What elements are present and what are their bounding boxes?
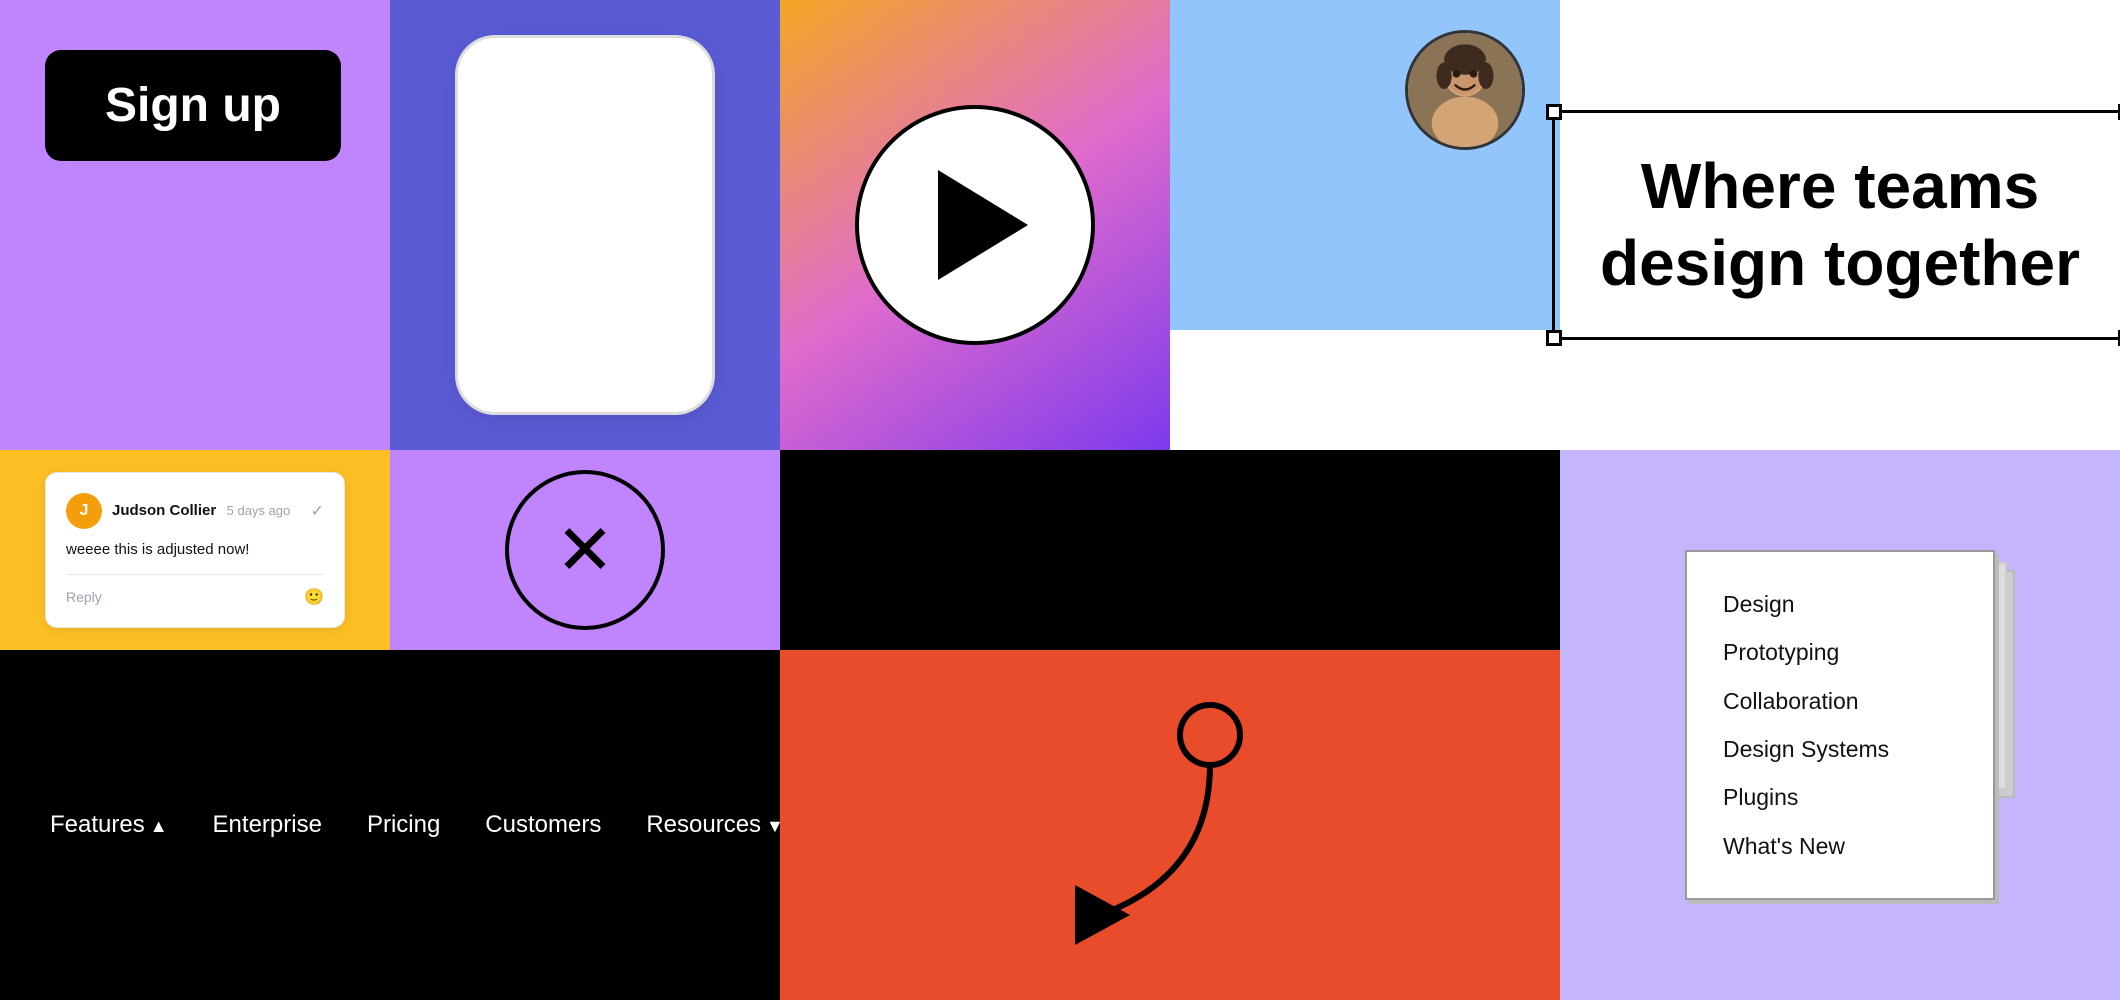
- reply-label[interactable]: Reply: [66, 589, 102, 605]
- comment-divider: [66, 574, 324, 575]
- tagline-line1: Where teams: [1641, 150, 2039, 222]
- comment-header: J Judson Collier 5 days ago ✓: [66, 493, 324, 529]
- nav-pricing[interactable]: Pricing: [367, 811, 440, 839]
- phone-cell: [390, 0, 780, 450]
- nav-features[interactable]: Features: [50, 811, 168, 839]
- play-button[interactable]: [855, 105, 1095, 345]
- close-button[interactable]: ✕: [505, 470, 665, 630]
- comment-card: J Judson Collier 5 days ago ✓ weeee this…: [45, 472, 345, 628]
- comment-text: weeee this is adjusted now!: [66, 541, 324, 558]
- corner-bl: [1546, 330, 1562, 346]
- phone-mockup: [455, 35, 715, 415]
- tagline-line2: design together: [1600, 227, 2080, 299]
- black-mid2-cell: [1170, 450, 1560, 650]
- features-paper: Design Prototyping Collaboration Design …: [1685, 550, 1995, 900]
- feature-item-prototyping: Prototyping: [1723, 628, 1957, 676]
- feature-item-design-systems: Design Systems: [1723, 725, 1957, 773]
- commenter-avatar: J: [66, 493, 102, 529]
- emoji-icon[interactable]: 🙂: [304, 587, 324, 607]
- tagline-box: Where teams design together: [1552, 110, 2120, 340]
- check-icon: ✓: [311, 501, 324, 521]
- comment-cell: J Judson Collier 5 days ago ✓ weeee this…: [0, 450, 390, 650]
- features-paper-stack: Design Prototyping Collaboration Design …: [1685, 550, 1995, 900]
- features-cell: Design Prototyping Collaboration Design …: [1560, 450, 2120, 1000]
- tagline-cell: Where teams design together: [1560, 0, 2120, 450]
- feature-item-design: Design: [1723, 580, 1957, 628]
- feature-item-whats-new: What's New: [1723, 822, 1957, 870]
- comment-time: 5 days ago: [227, 503, 291, 518]
- avatar-white-cell: [1170, 330, 1560, 450]
- feature-item-plugins: Plugins: [1723, 773, 1957, 821]
- play-icon: [938, 170, 1028, 280]
- commenter-name: Judson Collier: [112, 502, 216, 519]
- nav-customers[interactable]: Customers: [485, 811, 601, 839]
- corner-tl: [1546, 104, 1562, 120]
- black-mid-cell: [780, 450, 1170, 650]
- features-list: Design Prototyping Collaboration Design …: [1723, 580, 1957, 870]
- close-cell: ✕: [390, 450, 780, 650]
- comment-footer: Reply 🙂: [66, 587, 324, 607]
- avatar-cell: [1170, 0, 1560, 330]
- close-icon: ✕: [556, 515, 615, 585]
- avatar: [1405, 30, 1525, 150]
- play-cell: [780, 0, 1170, 450]
- signup-button[interactable]: Sign up: [45, 50, 341, 161]
- path-svg: [1020, 675, 1320, 975]
- nav-enterprise[interactable]: Enterprise: [213, 811, 322, 839]
- nav-resources[interactable]: Resources: [646, 811, 784, 839]
- signup-cell: Sign up: [0, 0, 390, 450]
- feature-item-collaboration: Collaboration: [1723, 677, 1957, 725]
- red-cell: [780, 650, 1560, 1000]
- nav-cell: Features Enterprise Pricing Customers Re…: [0, 650, 780, 1000]
